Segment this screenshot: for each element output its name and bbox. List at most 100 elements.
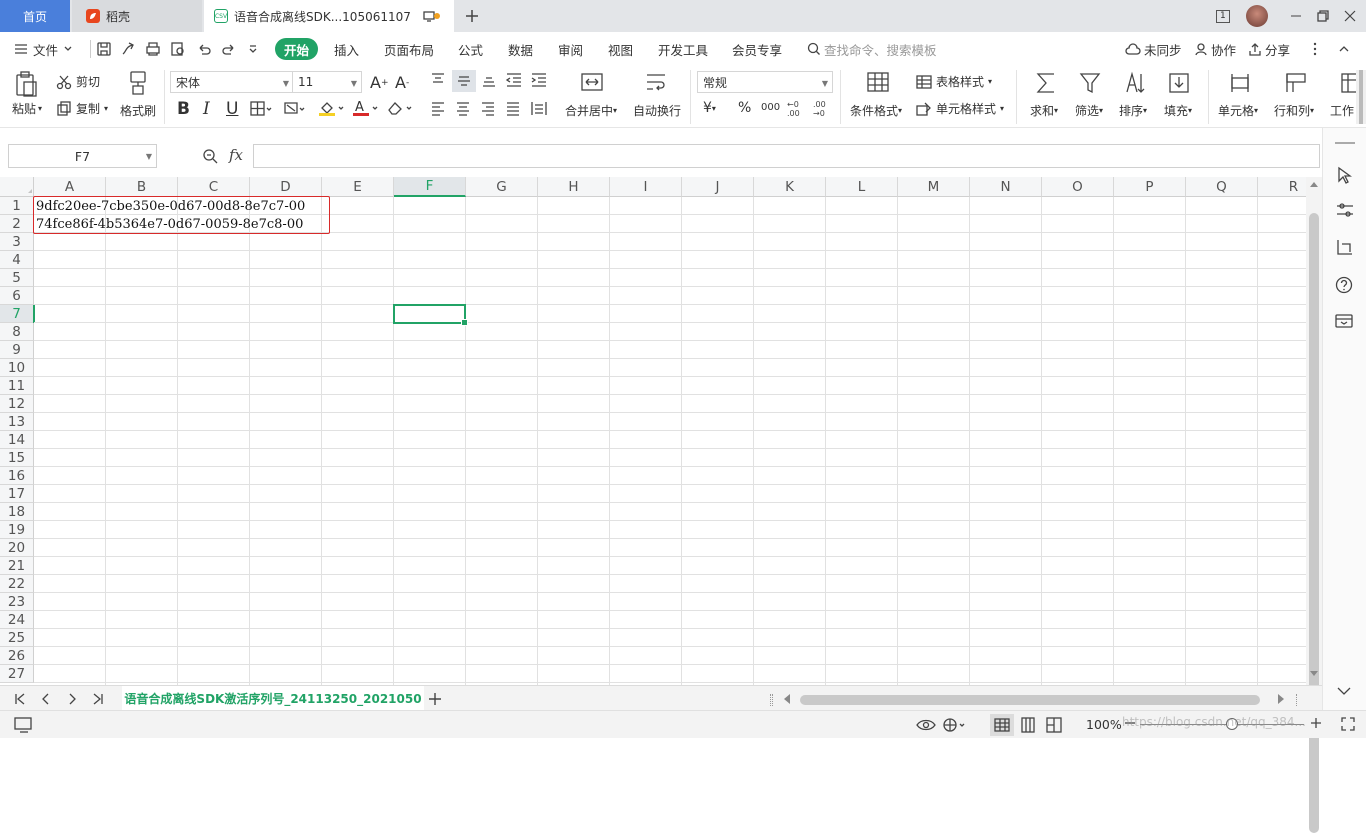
row-header-3[interactable]: 3 xyxy=(0,233,34,251)
bold-icon[interactable]: B xyxy=(177,99,190,119)
fill-icon[interactable] xyxy=(1167,70,1191,96)
share-button[interactable]: 分享 xyxy=(1248,32,1290,66)
vertical-scroll-thumb[interactable] xyxy=(1309,213,1319,833)
filter-icon[interactable] xyxy=(1078,70,1102,96)
format-painter-button[interactable]: 格式刷 xyxy=(120,102,156,119)
align-left-icon[interactable] xyxy=(430,100,446,116)
row-header-27[interactable]: 27 xyxy=(0,665,34,683)
row-header-25[interactable]: 25 xyxy=(0,629,34,647)
column-header-A[interactable]: A xyxy=(34,177,106,197)
first-sheet-icon[interactable] xyxy=(14,693,26,705)
sort-icon[interactable] xyxy=(1122,70,1146,96)
indent-decrease-icon[interactable] xyxy=(505,72,523,88)
zoom-slider-track[interactable] xyxy=(1140,724,1304,725)
cell-style-button[interactable]: 单元格样式 ▾ xyxy=(916,100,1004,117)
last-sheet-icon[interactable] xyxy=(92,693,104,705)
column-header-O[interactable]: O xyxy=(1042,177,1114,197)
column-header-E[interactable]: E xyxy=(322,177,394,197)
merge-center-button[interactable]: 合并居中 ▾ xyxy=(565,102,617,119)
row-header-2[interactable]: 2 xyxy=(0,215,34,233)
rows-cols-icon[interactable] xyxy=(1284,70,1308,96)
currency-button[interactable]: ¥ ▾ xyxy=(703,100,716,116)
cells-icon[interactable] xyxy=(1228,70,1252,96)
ribbon-scroll[interactable] xyxy=(1356,70,1366,124)
splitter-handle[interactable] xyxy=(770,694,773,706)
align-middle-icon[interactable] xyxy=(452,70,476,92)
increase-decimal-icon[interactable]: ←0.00 xyxy=(786,99,804,117)
column-header-G[interactable]: G xyxy=(466,177,538,197)
sort-button[interactable]: 排序 ▾ xyxy=(1119,102,1147,119)
row-header-13[interactable]: 13 xyxy=(0,413,34,431)
customize-toolbar-icon[interactable] xyxy=(248,32,258,66)
merge-center-icon[interactable] xyxy=(580,70,604,94)
transform-icon[interactable] xyxy=(1336,238,1354,256)
row-header-22[interactable]: 22 xyxy=(0,575,34,593)
fill-button[interactable]: 填充 ▾ xyxy=(1164,102,1192,119)
italic-icon[interactable]: I xyxy=(203,99,210,119)
settings-sliders-icon[interactable] xyxy=(1336,202,1354,218)
column-header-M[interactable]: M xyxy=(898,177,970,197)
column-header-L[interactable]: L xyxy=(826,177,898,197)
align-right-icon[interactable] xyxy=(480,100,496,116)
column-header-K[interactable]: K xyxy=(754,177,826,197)
undo-icon[interactable] xyxy=(196,32,212,66)
minimize-icon[interactable] xyxy=(1290,0,1304,32)
redo-icon[interactable] xyxy=(221,32,237,66)
tab-insert[interactable]: 插入 xyxy=(334,32,359,66)
collab-button[interactable]: 协作 xyxy=(1194,32,1236,66)
tab-view[interactable]: 视图 xyxy=(608,32,633,66)
row-header-17[interactable]: 17 xyxy=(0,485,34,503)
worksheet-button[interactable]: 工作 xyxy=(1330,102,1354,119)
column-header-F[interactable]: F xyxy=(394,177,466,197)
sheet-tab-active[interactable]: 语音合成离线SDK激活序列号_24113250_2021050 xyxy=(122,686,424,713)
tab-developer[interactable]: 开发工具 xyxy=(658,32,708,66)
tab-member[interactable]: 会员专享 xyxy=(732,32,782,66)
filter-button[interactable]: 筛选 ▾ xyxy=(1075,102,1103,119)
thousands-button[interactable]: 000 xyxy=(761,102,780,113)
scroll-left-icon[interactable] xyxy=(784,694,790,704)
row-header-16[interactable]: 16 xyxy=(0,467,34,485)
view-switch-icon[interactable] xyxy=(942,717,966,733)
page-indicator-icon[interactable]: 1 xyxy=(1216,0,1238,32)
horizontal-scroll-thumb[interactable] xyxy=(800,695,1260,705)
tab-review[interactable]: 审阅 xyxy=(558,32,583,66)
row-header-19[interactable]: 19 xyxy=(0,521,34,539)
add-sheet-icon[interactable] xyxy=(428,692,442,706)
active-cell-F7[interactable] xyxy=(393,304,468,326)
wrap-text-icon[interactable] xyxy=(644,70,668,94)
row-header-1[interactable]: 1 xyxy=(0,197,34,215)
row-header-11[interactable]: 11 xyxy=(0,377,34,395)
print-icon[interactable] xyxy=(145,32,161,66)
column-header-B[interactable]: B xyxy=(106,177,178,197)
help-icon[interactable] xyxy=(1335,276,1353,294)
row-header-8[interactable]: 8 xyxy=(0,323,34,341)
page-layout-view-icon[interactable] xyxy=(1020,717,1036,733)
decrease-decimal-icon[interactable]: .00 →0 xyxy=(812,99,830,117)
zoom-formula-icon[interactable] xyxy=(202,148,218,164)
command-search[interactable]: 查找命令、搜索模板 xyxy=(807,32,937,66)
sync-button[interactable]: 未同步 xyxy=(1125,32,1182,66)
next-sheet-icon[interactable] xyxy=(66,693,78,705)
row-header-15[interactable]: 15 xyxy=(0,449,34,467)
tab-start[interactable]: 开始 xyxy=(275,38,318,60)
row-header-12[interactable]: 12 xyxy=(0,395,34,413)
column-header-Q[interactable]: Q xyxy=(1186,177,1258,197)
rows-cols-button[interactable]: 行和列 ▾ xyxy=(1274,102,1314,119)
zoom-in-icon[interactable] xyxy=(1310,717,1322,729)
row-header-26[interactable]: 26 xyxy=(0,647,34,665)
save-icon[interactable] xyxy=(96,32,112,66)
print-preview-icon[interactable] xyxy=(170,32,186,66)
scroll-up-icon[interactable] xyxy=(1310,181,1318,187)
row-header-14[interactable]: 14 xyxy=(0,431,34,449)
align-top-icon[interactable] xyxy=(430,72,446,88)
border-icon[interactable] xyxy=(250,101,272,117)
align-center-icon[interactable] xyxy=(455,100,471,116)
screen-mode-icon[interactable] xyxy=(14,717,34,733)
sum-icon[interactable] xyxy=(1034,70,1058,96)
tab-home[interactable]: 首页 xyxy=(0,0,70,32)
table-style-button[interactable]: 表格样式 ▾ xyxy=(916,73,992,90)
row-header-7[interactable]: 7 xyxy=(0,305,34,323)
row-header-6[interactable]: 6 xyxy=(0,287,34,305)
indent-increase-icon[interactable] xyxy=(530,72,548,88)
more-icon[interactable] xyxy=(1312,32,1318,66)
